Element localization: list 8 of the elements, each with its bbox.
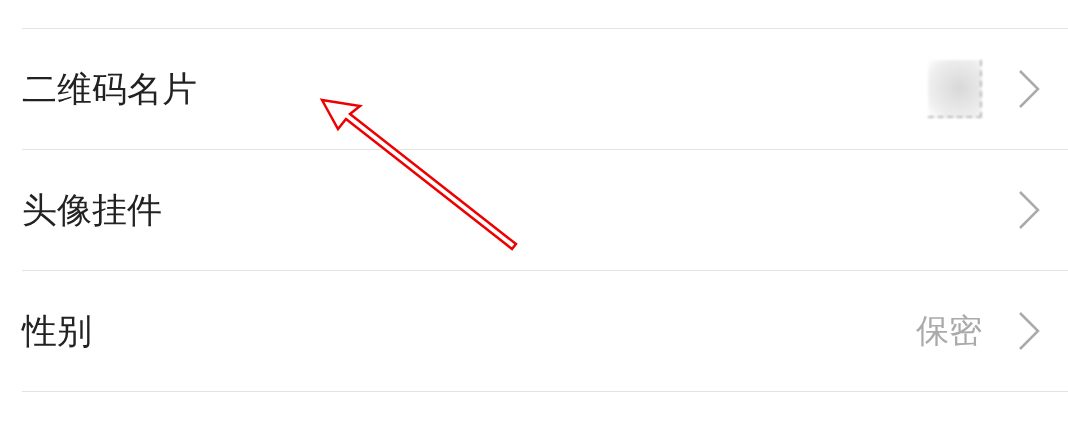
setting-value: 保密 xyxy=(916,310,982,350)
chevron-right-icon xyxy=(1018,69,1040,109)
settings-row[interactable]: 性别 保密 xyxy=(22,270,1068,391)
setting-label: 头像挂件 xyxy=(22,188,163,232)
chevron-right-icon xyxy=(1018,311,1040,351)
chevron-right-icon xyxy=(1018,190,1040,230)
setting-label: 性别 xyxy=(22,309,93,353)
setting-label: 二维码名片 xyxy=(22,67,198,111)
